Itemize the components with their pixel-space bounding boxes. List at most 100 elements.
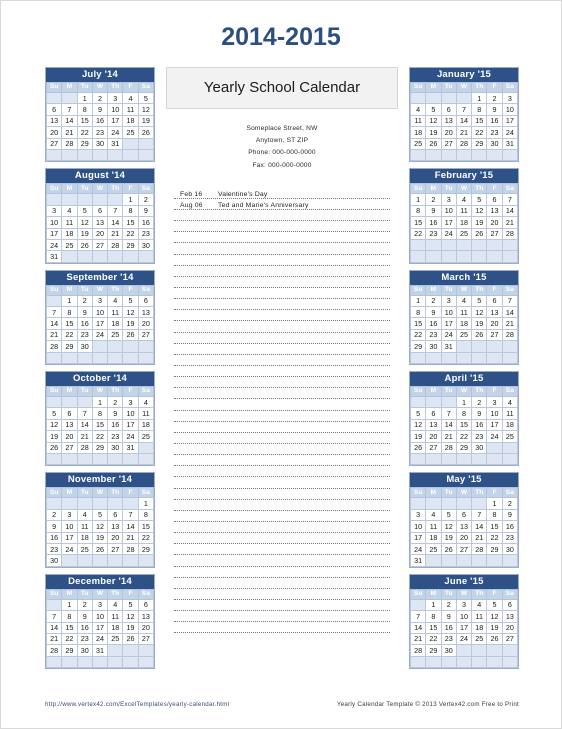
- day-cell[interactable]: 3: [122, 396, 139, 409]
- blank-note-row[interactable]: [174, 266, 390, 277]
- day-cell[interactable]: 29: [61, 644, 78, 657]
- day-cell[interactable]: 6: [137, 598, 155, 612]
- blank-note-row[interactable]: [174, 477, 390, 489]
- day-cell[interactable]: 10: [91, 306, 109, 319]
- day-cell[interactable]: 25: [455, 328, 473, 342]
- day-cell[interactable]: 19: [122, 621, 139, 634]
- day-cell[interactable]: 2: [45, 508, 63, 522]
- day-cell[interactable]: 15: [455, 418, 473, 432]
- day-cell[interactable]: 25: [107, 328, 124, 342]
- day-cell[interactable]: 5: [122, 294, 139, 308]
- day-cell[interactable]: 2: [501, 497, 519, 510]
- day-cell[interactable]: 26: [425, 137, 442, 150]
- day-cell[interactable]: 28: [45, 644, 63, 657]
- day-cell[interactable]: 3: [501, 91, 519, 105]
- day-cell[interactable]: 7: [440, 407, 457, 420]
- day-cell[interactable]: 20: [440, 126, 457, 139]
- blank-note-row[interactable]: [174, 277, 390, 289]
- day-cell[interactable]: 23: [137, 227, 155, 240]
- day-cell[interactable]: 26: [440, 542, 457, 556]
- day-cell[interactable]: 18: [122, 114, 139, 128]
- day-cell[interactable]: 18: [76, 531, 93, 544]
- day-cell[interactable]: 10: [107, 103, 124, 116]
- day-cell[interactable]: 30: [76, 340, 93, 353]
- day-cell[interactable]: 12: [471, 204, 488, 218]
- day-cell[interactable]: 30: [486, 137, 503, 150]
- day-cell[interactable]: 26: [137, 126, 155, 139]
- day-cell[interactable]: 20: [107, 531, 124, 544]
- day-cell[interactable]: 19: [45, 430, 63, 443]
- day-cell[interactable]: 31: [409, 554, 427, 567]
- day-cell[interactable]: 7: [409, 610, 427, 623]
- blank-note-row[interactable]: [174, 221, 390, 233]
- day-cell[interactable]: 17: [122, 418, 139, 432]
- day-cell[interactable]: 25: [501, 430, 519, 443]
- day-cell[interactable]: 22: [61, 328, 78, 342]
- blank-note-row[interactable]: [174, 522, 390, 534]
- day-cell[interactable]: 20: [425, 430, 442, 443]
- day-cell[interactable]: 10: [122, 407, 139, 420]
- blank-note-row[interactable]: [174, 578, 390, 589]
- day-cell[interactable]: 8: [91, 407, 109, 420]
- day-cell[interactable]: 30: [45, 554, 63, 567]
- day-cell[interactable]: 12: [409, 418, 427, 432]
- day-cell[interactable]: 8: [122, 204, 139, 218]
- day-cell[interactable]: 19: [425, 126, 442, 139]
- day-cell[interactable]: 27: [137, 328, 155, 342]
- day-cell[interactable]: 31: [107, 137, 124, 150]
- day-cell[interactable]: 1: [409, 294, 427, 308]
- day-cell[interactable]: 18: [425, 531, 442, 544]
- day-cell[interactable]: 22: [486, 531, 503, 544]
- day-cell[interactable]: 10: [440, 204, 457, 218]
- day-cell[interactable]: 4: [501, 396, 519, 409]
- day-cell[interactable]: 6: [425, 407, 442, 420]
- day-cell[interactable]: 22: [425, 632, 442, 646]
- day-cell[interactable]: 30: [76, 644, 93, 657]
- day-cell[interactable]: 6: [455, 508, 473, 522]
- day-cell[interactable]: 27: [486, 328, 503, 342]
- day-cell[interactable]: 12: [471, 306, 488, 319]
- day-cell[interactable]: 20: [91, 227, 109, 240]
- day-cell[interactable]: 5: [425, 103, 442, 116]
- blank-note-row[interactable]: [174, 611, 390, 623]
- day-cell[interactable]: 15: [409, 317, 427, 330]
- day-cell[interactable]: 28: [440, 441, 457, 455]
- day-cell[interactable]: 21: [501, 317, 519, 330]
- day-cell[interactable]: 31: [45, 250, 63, 263]
- day-cell[interactable]: 11: [425, 520, 442, 533]
- day-cell[interactable]: 3: [107, 91, 124, 105]
- blank-note-row[interactable]: [174, 444, 390, 456]
- blank-note-row[interactable]: [174, 388, 390, 400]
- day-cell[interactable]: 8: [409, 306, 427, 319]
- day-cell[interactable]: 9: [45, 520, 63, 533]
- day-cell[interactable]: 3: [91, 294, 109, 308]
- day-cell[interactable]: 29: [425, 644, 442, 657]
- day-cell[interactable]: 23: [471, 430, 488, 443]
- day-cell[interactable]: 14: [107, 216, 124, 229]
- day-cell[interactable]: 5: [440, 508, 457, 522]
- day-cell[interactable]: 4: [455, 294, 473, 308]
- day-cell[interactable]: 24: [409, 542, 427, 556]
- day-cell[interactable]: 2: [486, 91, 503, 105]
- day-cell[interactable]: 21: [76, 430, 93, 443]
- day-cell[interactable]: 21: [440, 430, 457, 443]
- blank-note-row[interactable]: [174, 544, 390, 556]
- day-cell[interactable]: 11: [107, 306, 124, 319]
- day-cell[interactable]: 6: [91, 204, 109, 218]
- day-cell[interactable]: 27: [455, 542, 473, 556]
- day-cell[interactable]: 12: [122, 306, 139, 319]
- day-cell[interactable]: 30: [91, 137, 109, 150]
- day-cell[interactable]: 6: [486, 193, 503, 206]
- day-cell[interactable]: 6: [107, 508, 124, 522]
- day-cell[interactable]: 24: [91, 328, 109, 342]
- day-cell[interactable]: 15: [91, 418, 109, 432]
- blank-note-row[interactable]: [174, 533, 390, 545]
- day-cell[interactable]: 19: [486, 621, 503, 634]
- blank-note-row[interactable]: [174, 600, 390, 612]
- day-cell[interactable]: 23: [501, 531, 519, 544]
- day-cell[interactable]: 22: [471, 126, 488, 139]
- day-cell[interactable]: 29: [122, 238, 139, 252]
- day-cell[interactable]: 10: [409, 520, 427, 533]
- day-cell[interactable]: 7: [45, 306, 63, 319]
- blank-note-row[interactable]: [174, 433, 390, 444]
